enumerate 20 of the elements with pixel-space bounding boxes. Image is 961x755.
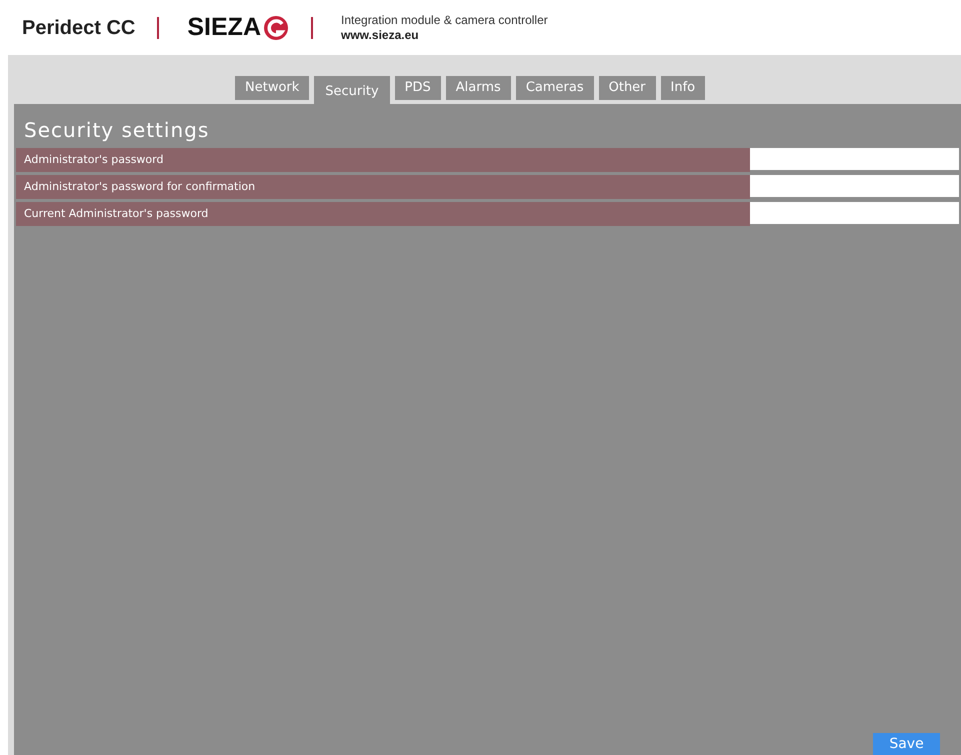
tab[interactable]: Info bbox=[660, 76, 706, 100]
field-label: Administrator's password bbox=[16, 148, 750, 172]
logo-icon bbox=[263, 14, 289, 40]
product-name: Peridect CC bbox=[22, 16, 136, 40]
section-title: Security settings bbox=[23, 117, 210, 144]
tab[interactable]: Alarms bbox=[446, 76, 511, 100]
tagline: Integration module & camera controller bbox=[341, 12, 548, 28]
tab[interactable]: PDS bbox=[394, 76, 441, 100]
field-label: Administrator's password for confirmation bbox=[16, 175, 750, 199]
website-link[interactable]: www.sieza.eu bbox=[341, 28, 548, 42]
password-field[interactable] bbox=[750, 202, 959, 224]
tab[interactable]: Network bbox=[235, 76, 310, 100]
password-field[interactable] bbox=[750, 148, 959, 170]
brand-logo-text: SIEZA bbox=[187, 12, 261, 43]
tab[interactable]: Other bbox=[598, 76, 656, 100]
tab[interactable]: Security bbox=[314, 76, 390, 104]
password-field[interactable] bbox=[750, 175, 959, 197]
tab[interactable]: Cameras bbox=[516, 76, 594, 100]
field-label: Current Administrator's password bbox=[16, 202, 750, 226]
save-button[interactable]: Save bbox=[873, 733, 940, 755]
